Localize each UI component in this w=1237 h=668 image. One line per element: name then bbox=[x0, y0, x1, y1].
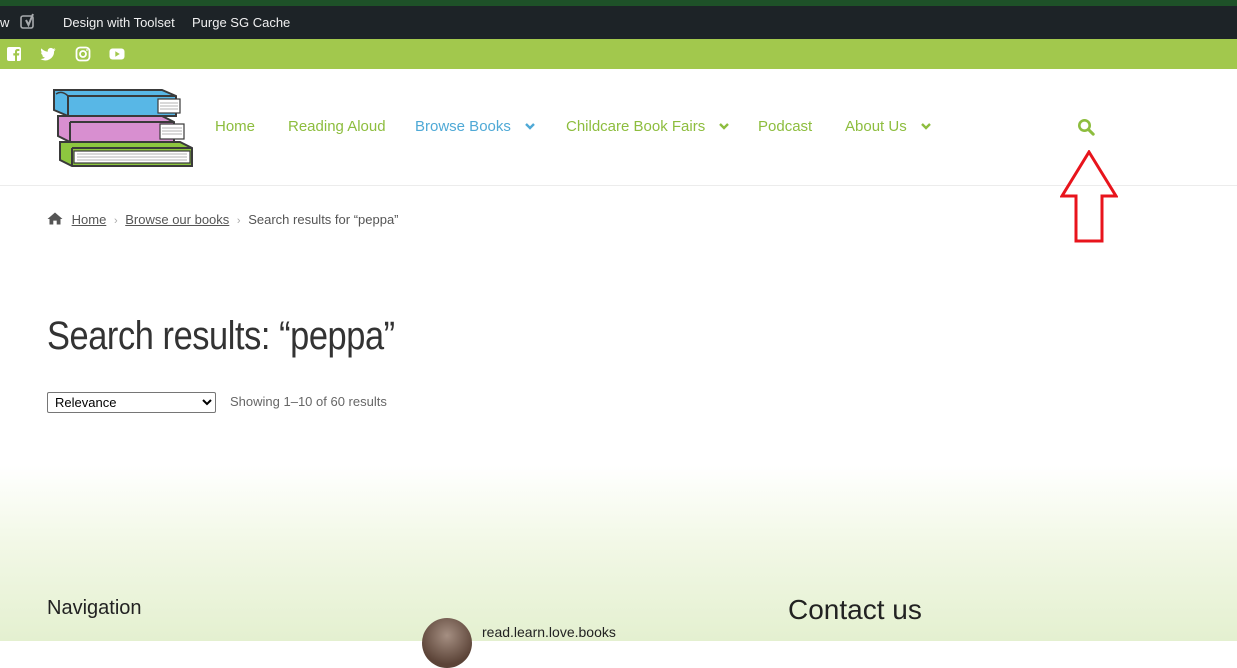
yoast-seo-icon[interactable] bbox=[20, 13, 38, 31]
youtube-icon[interactable] bbox=[109, 46, 125, 62]
social-bar bbox=[0, 39, 1237, 69]
admin-design-with-toolset[interactable]: Design with Toolset bbox=[63, 15, 175, 30]
instagram-icon[interactable] bbox=[75, 46, 91, 62]
site-header: Home Reading Aloud Browse Books Childcar… bbox=[0, 69, 1237, 186]
home-icon bbox=[47, 212, 63, 225]
nav-childcare-book-fairs-label: Childcare Book Fairs bbox=[566, 118, 706, 135]
nav-browse-books[interactable]: Browse Books bbox=[415, 118, 535, 135]
instagram-avatar[interactable] bbox=[422, 618, 472, 668]
footer-navigation-heading: Navigation bbox=[47, 597, 142, 619]
nav-childcare-book-fairs[interactable]: Childcare Book Fairs bbox=[566, 118, 730, 135]
nav-about-us-label: About Us bbox=[845, 118, 907, 135]
sort-select[interactable]: Relevance bbox=[47, 392, 216, 413]
twitter-icon[interactable] bbox=[40, 46, 56, 62]
breadcrumb-browse-link[interactable]: Browse our books bbox=[125, 212, 229, 227]
breadcrumb-separator: › bbox=[113, 215, 118, 227]
facebook-icon[interactable] bbox=[6, 46, 22, 62]
nav-home[interactable]: Home bbox=[215, 118, 255, 135]
breadcrumb-separator: › bbox=[236, 215, 241, 227]
result-count: Showing 1–10 of 60 results bbox=[230, 394, 387, 409]
chevron-down-icon bbox=[920, 123, 931, 130]
admin-bar-cut-item[interactable]: w bbox=[0, 15, 9, 30]
chevron-down-icon bbox=[719, 123, 730, 130]
page-title: Search results: “peppa” bbox=[47, 314, 395, 358]
chevron-down-icon bbox=[525, 123, 535, 130]
nav-reading-aloud[interactable]: Reading Aloud bbox=[288, 118, 386, 135]
nav-podcast[interactable]: Podcast bbox=[758, 118, 812, 135]
admin-bar: w Design with Toolset Purge SG Cache bbox=[0, 6, 1237, 39]
nav-browse-books-label: Browse Books bbox=[415, 118, 511, 135]
breadcrumb: Home › Browse our books › Search results… bbox=[47, 212, 399, 227]
breadcrumb-current: Search results for “peppa” bbox=[248, 212, 399, 227]
breadcrumb-home-link[interactable]: Home bbox=[72, 212, 107, 227]
footer-contact-heading: Contact us bbox=[788, 594, 922, 625]
site-footer: Navigation read.learn.love.books Contact… bbox=[0, 465, 1237, 668]
admin-purge-sg-cache[interactable]: Purge SG Cache bbox=[192, 15, 290, 30]
search-icon[interactable] bbox=[1077, 118, 1095, 136]
books-logo[interactable] bbox=[52, 86, 197, 168]
nav-about-us[interactable]: About Us bbox=[845, 118, 931, 135]
annotation-arrow-up-icon bbox=[1060, 150, 1118, 243]
instagram-handle-link[interactable]: read.learn.love.books bbox=[482, 624, 616, 640]
